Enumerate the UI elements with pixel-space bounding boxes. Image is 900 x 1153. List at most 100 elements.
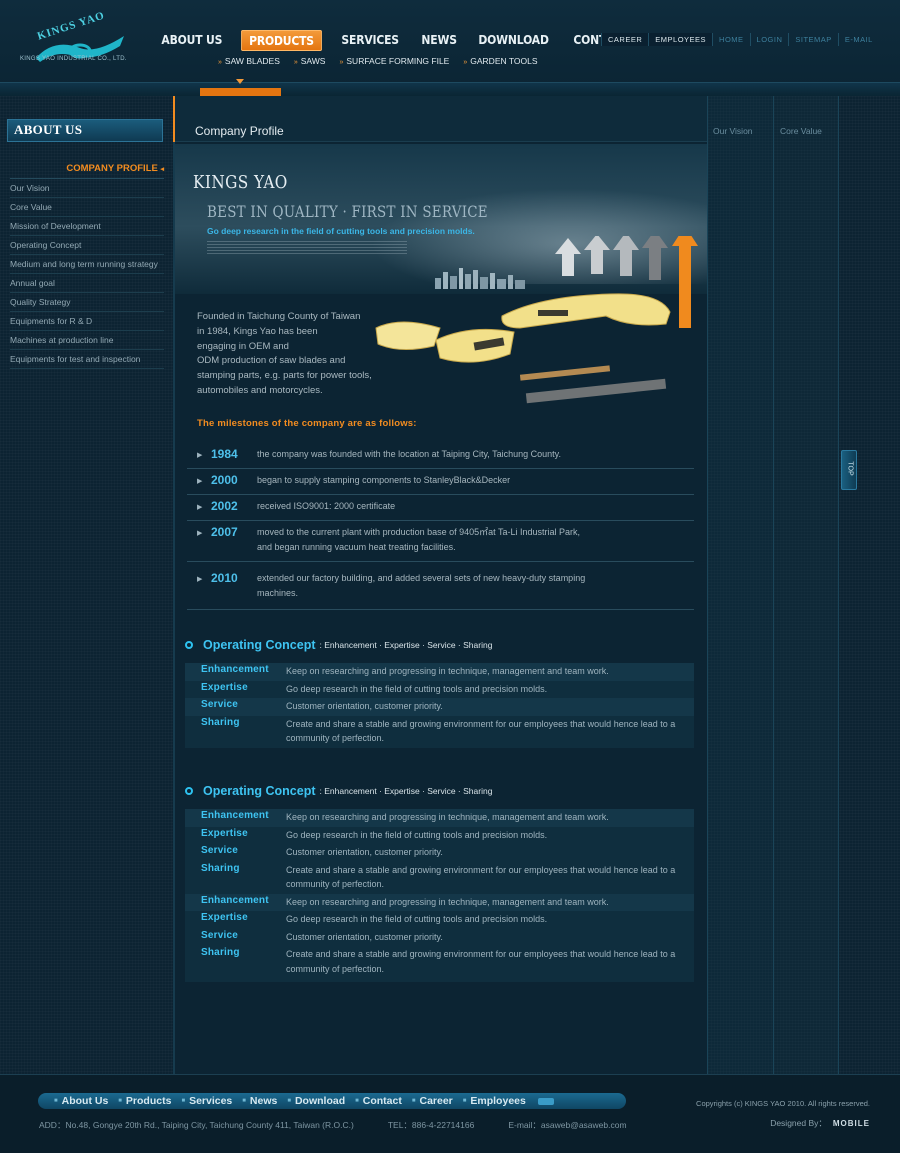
- sidebar-item-quality-strategy[interactable]: Quality Strategy: [10, 293, 164, 312]
- designer-logo[interactable]: MOBILE: [833, 1119, 870, 1128]
- topnav-home[interactable]: HOME: [712, 33, 750, 46]
- sidebar: ABOUT US COMPANY PROFILE ◂ Our Vision Co…: [0, 96, 173, 1076]
- concept-value: Keep on researching and progressing in t…: [286, 893, 694, 911]
- logo[interactable]: KINGS YAO KINGS YAO INDUSTRIAL CO., LTD.: [20, 9, 140, 68]
- milestone-row: ▶ 2010 extended our factory building, and …: [187, 562, 694, 610]
- sidebar-item-rd-equipment[interactable]: Equipments for R & D: [10, 312, 164, 331]
- nav-news[interactable]: NEWS: [416, 30, 462, 51]
- concept-value: Create and share a stable and growing en…: [286, 946, 694, 982]
- concept-key: Sharing: [185, 715, 286, 748]
- subnav-saws[interactable]: » SAWS: [294, 56, 326, 66]
- topnav-email[interactable]: E-MAIL: [837, 33, 879, 46]
- table-row: Expertise Go deep research in the field o…: [185, 826, 694, 844]
- table-row: Expertise Go deep research in the field o…: [185, 680, 694, 698]
- right-label-our-vision[interactable]: Our Vision: [713, 126, 753, 136]
- section-title: Operating Concept: [203, 784, 316, 798]
- logo-tagline: KINGS YAO INDUSTRIAL CO., LTD.: [20, 56, 127, 62]
- circle-bullet-icon: [185, 641, 193, 649]
- nav-download[interactable]: DOWNLOAD: [473, 30, 554, 51]
- subnav-label: SURFACE FORMING FILE: [346, 56, 450, 66]
- table-row: Enhancement Keep on researching and progr…: [185, 893, 694, 911]
- sidebar-item-core-value[interactable]: Core Value: [10, 198, 164, 217]
- concept-table: Enhancement Keep on researching and progr…: [185, 809, 694, 982]
- footer-link-products[interactable]: Products: [118, 1095, 172, 1107]
- footer-email[interactable]: E-mail：asaweb@asaweb.com: [508, 1120, 626, 1130]
- footer-link-news[interactable]: News: [242, 1095, 277, 1107]
- milestone-year: 2010: [211, 571, 238, 585]
- subnav-saw-blades[interactable]: » SAW BLADES: [218, 56, 280, 66]
- subnav-label: SAWS: [300, 56, 326, 66]
- back-to-top-button[interactable]: TOP: [841, 450, 857, 490]
- footer-tel: TEL：886-4-22714166: [387, 1120, 475, 1130]
- table-row: Service Customer orientation, customer pr…: [185, 928, 694, 946]
- footer-link-employees[interactable]: Employees: [463, 1095, 525, 1107]
- nav-products[interactable]: PRODUCTS: [240, 30, 322, 51]
- intro-line: stamping parts, e.g. parts for power too…: [197, 370, 372, 382]
- topnav-employees[interactable]: EMPLOYEES: [648, 33, 713, 46]
- arrow-right-icon: ▶: [197, 576, 203, 583]
- nav-about-us[interactable]: ABOUT US: [156, 30, 228, 51]
- table-row: Sharing Create and share a stable and gro…: [185, 946, 694, 982]
- intro-line: Founded in Taichung County of Taiwan: [197, 311, 361, 322]
- concept-value: Go deep research in the field of cutting…: [286, 911, 694, 929]
- footer-link-download[interactable]: Download: [287, 1095, 345, 1107]
- banner-tagline: Go deep research in the field of cutting…: [207, 226, 475, 236]
- sub-nav: » SAW BLADES » SAWS » SURFACE FORMING FILE …: [218, 56, 538, 66]
- milestones-heading: The milestones of the company are as fol…: [197, 418, 417, 429]
- header: KINGS YAO KINGS YAO INDUSTRIAL CO., LTD.…: [0, 0, 900, 97]
- bullet-icon: »: [339, 59, 344, 66]
- main-nav: ABOUT US PRODUCTS SERVICES NEWS DOWNLOAD…: [156, 30, 646, 51]
- table-row: Enhancement Keep on researching and progr…: [185, 809, 694, 827]
- sidebar-item-production-machines[interactable]: Machines at production line: [10, 331, 164, 350]
- sidebar-item-annual-goal[interactable]: Annual goal: [10, 274, 164, 293]
- arrow-right-icon: ▶: [197, 478, 203, 485]
- footer-link-services[interactable]: Services: [181, 1095, 232, 1107]
- topnav-sitemap[interactable]: SITEMAP: [788, 33, 837, 46]
- sidebar-active-label: COMPANY PROFILE: [66, 163, 158, 174]
- operating-concept-section-2: Operating Concept : Enhancement · Expert…: [185, 782, 695, 982]
- milestone-text: received ISO9001: 2000 certificate: [257, 501, 396, 511]
- footer-link-career[interactable]: Career: [412, 1095, 452, 1107]
- sidebar-item-mission[interactable]: Mission of Development: [10, 217, 164, 236]
- concept-value: Create and share a stable and growing en…: [286, 715, 694, 748]
- subnav-garden-tools[interactable]: » GARDEN TOOLS: [463, 56, 537, 66]
- sidebar-heading: ABOUT US: [7, 119, 163, 142]
- header-bar: [0, 82, 900, 96]
- main-content: Company Profile KINGS YAO BEST IN QUALIT…: [173, 96, 707, 1074]
- circle-bullet-icon: [185, 787, 193, 795]
- concept-value: Customer orientation, customer priority.: [286, 844, 694, 862]
- topnav-career[interactable]: CAREER: [601, 33, 649, 46]
- section-title: Operating Concept: [203, 638, 316, 652]
- concept-value: Customer orientation, customer priority.: [286, 928, 694, 946]
- table-row: Expertise Go deep research in the field o…: [185, 911, 694, 929]
- designed-by-label: Designed By：: [770, 1118, 827, 1128]
- footer-link-contact[interactable]: Contact: [355, 1095, 402, 1107]
- concept-value: Go deep research in the field of cutting…: [286, 826, 694, 844]
- concept-key: Expertise: [185, 826, 286, 844]
- right-columns: Our Vision Core Value TOP: [707, 96, 900, 1074]
- subnav-surface-forming-file[interactable]: » SURFACE FORMING FILE: [339, 56, 449, 66]
- section-header: Operating Concept : Enhancement · Expert…: [185, 782, 695, 800]
- milestone-text: extended our factory building, and added…: [257, 573, 586, 598]
- concept-key: Enhancement: [185, 663, 286, 681]
- sidebar-item-operating-concept[interactable]: Operating Concept: [10, 236, 164, 255]
- footer-nav: About Us Products Services News Download…: [38, 1093, 626, 1109]
- concept-table: Enhancement Keep on researching and progr…: [185, 663, 694, 748]
- milestone-row: ▶ 2007 moved to the current plant with pro…: [187, 521, 694, 562]
- right-label-core-value[interactable]: Core Value: [780, 126, 822, 136]
- sidebar-active-item[interactable]: COMPANY PROFILE ◂: [10, 163, 164, 179]
- concept-key: Enhancement: [185, 893, 286, 911]
- copyright: Copyrights (c) KINGS YAO 2010. All right…: [696, 1099, 870, 1108]
- section-header: Operating Concept : Enhancement · Expert…: [185, 636, 695, 654]
- footer-link-about[interactable]: About Us: [54, 1095, 109, 1107]
- table-row: Sharing Create and share a stable and gro…: [185, 861, 694, 894]
- sidebar-item-test-equipment[interactable]: Equipments for test and inspection: [10, 350, 164, 369]
- nav-services[interactable]: SERVICES: [336, 30, 404, 51]
- section-subtitle: : Enhancement · Expertise · Service · Sh…: [319, 786, 493, 796]
- sidebar-item-strategy[interactable]: Medium and long term running strategy: [10, 255, 164, 274]
- milestone-year: 2002: [211, 499, 238, 513]
- milestone-row: ▶ 2000 began to supply stamping components…: [187, 469, 694, 495]
- topnav-login[interactable]: LOGIN: [749, 33, 789, 46]
- banner-slogan: BEST IN QUALITY · FIRST IN SERVICE: [207, 202, 488, 221]
- sidebar-item-our-vision[interactable]: Our Vision: [10, 179, 164, 198]
